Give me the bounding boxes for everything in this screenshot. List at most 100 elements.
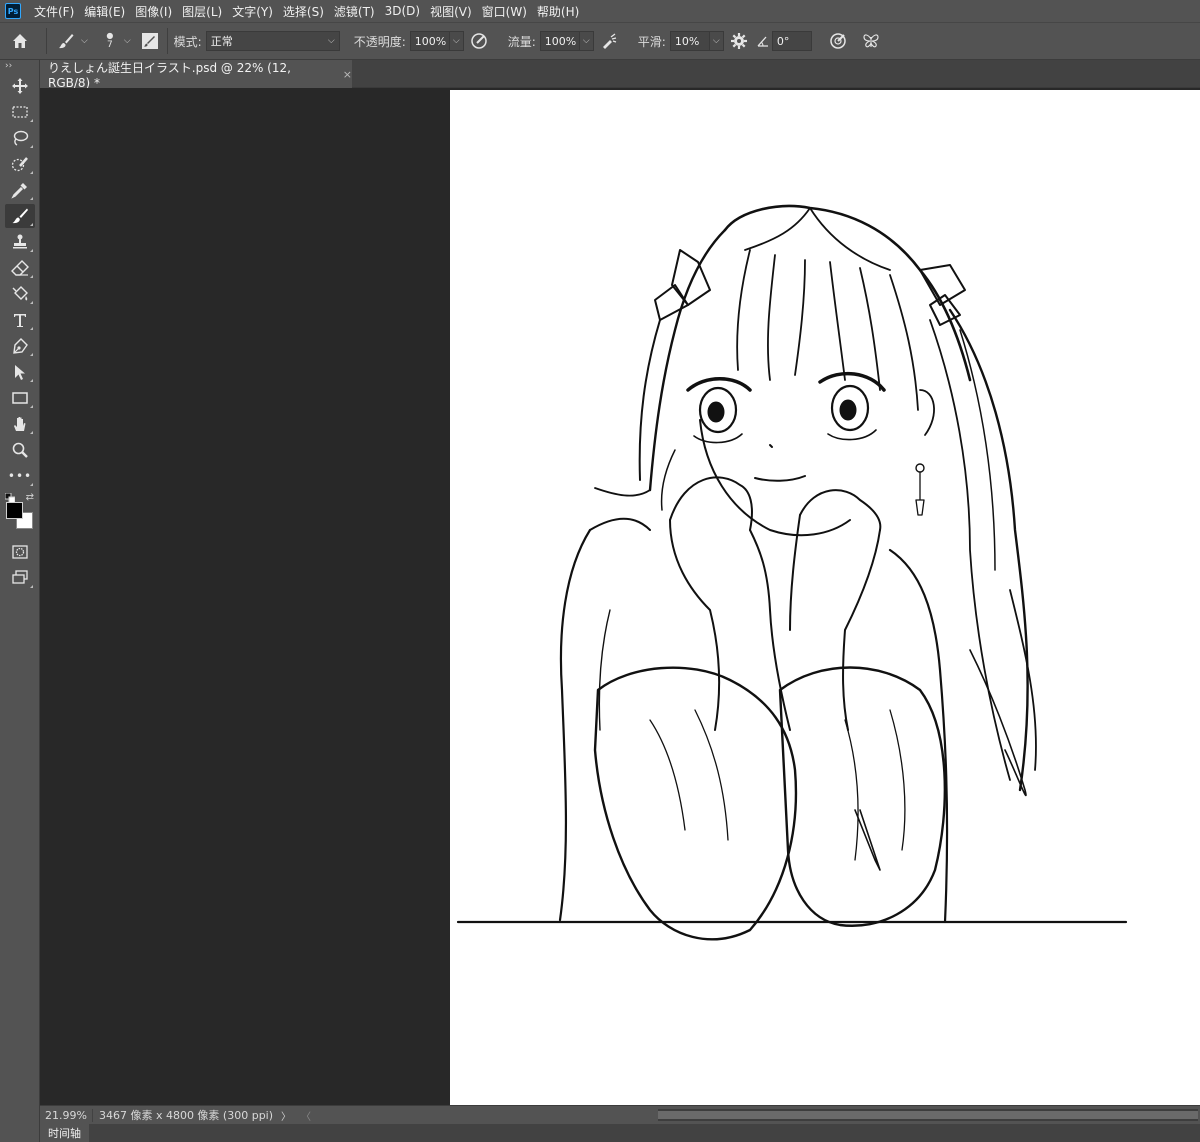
symmetry-butterfly-icon[interactable] — [856, 26, 886, 56]
brush-icon — [12, 208, 28, 224]
brush-tool[interactable] — [5, 204, 35, 228]
quick-selection-tool[interactable] — [5, 152, 35, 176]
angle-icon — [754, 26, 772, 56]
brush-preset-icon[interactable] — [53, 26, 79, 56]
pen-icon — [13, 338, 28, 354]
pressure-opacity-icon[interactable] — [464, 26, 494, 56]
brush-size-picker[interactable]: ● 7 — [102, 26, 118, 56]
menu-filter[interactable]: 滤镜(T) — [329, 3, 380, 20]
opacity-label: 不透明度: — [353, 34, 406, 49]
home-icon[interactable] — [0, 26, 40, 56]
document-canvas[interactable] — [450, 90, 1200, 1105]
brush-size-value: 7 — [106, 40, 113, 50]
opacity-input[interactable]: 100% — [409, 31, 450, 51]
quick-mask-icon — [12, 545, 28, 559]
lasso-icon — [13, 130, 29, 146]
eraser-icon — [11, 260, 29, 276]
menu-select[interactable]: 选择(S) — [278, 3, 329, 20]
lasso-tool[interactable] — [5, 126, 35, 150]
text-type-icon — [14, 314, 26, 327]
rectangular-marquee-icon — [12, 106, 28, 118]
menu-file[interactable]: 文件(F) — [29, 3, 79, 20]
move-tool[interactable] — [5, 74, 35, 98]
foreground-color[interactable] — [6, 502, 23, 519]
flow-label: 流量: — [507, 34, 536, 49]
menu-type[interactable]: 文字(Y) — [227, 3, 278, 20]
zoom-icon — [12, 442, 28, 458]
document-tab-title: りえしょん誕生日イラスト.psd @ 22% (12, RGB/8) * — [48, 60, 291, 90]
lineart-illustration — [456, 204, 1128, 941]
flow-dropdown-icon[interactable]: ⌵ — [579, 31, 594, 51]
airbrush-icon[interactable] — [594, 26, 624, 56]
status-bar: 21.99% 3467 像素 x 4800 像素 (300 ppi) 〉 〈 — [40, 1105, 1200, 1124]
close-icon[interactable]: × — [343, 68, 352, 81]
document-tab-bar: りえしょん誕生日イラスト.psd @ 22% (12, RGB/8) * × — [40, 60, 1200, 90]
collapse-panel-icon[interactable]: ›› — [0, 60, 39, 72]
more-tools[interactable]: ••• — [5, 464, 35, 488]
document-tab[interactable]: りえしょん誕生日イラスト.psd @ 22% (12, RGB/8) * × — [40, 60, 352, 90]
pressure-size-icon[interactable] — [820, 26, 856, 56]
swap-colors-icon[interactable]: ⇄ — [26, 492, 34, 503]
type-tool[interactable] — [5, 308, 35, 332]
mode-select[interactable]: 正常 ⌵ — [205, 31, 340, 51]
divider — [166, 28, 168, 54]
scroll-left-icon[interactable]: 〈 — [301, 1108, 311, 1123]
screen-mode-button[interactable] — [5, 566, 35, 590]
horizontal-scrollbar[interactable] — [658, 1109, 1198, 1121]
quick-mask-button[interactable] — [5, 540, 35, 564]
menu-layer[interactable]: 图层(L) — [177, 3, 227, 20]
status-menu-arrow-icon[interactable]: 〉 — [281, 1108, 291, 1123]
angle-input[interactable]: 0° — [771, 31, 812, 51]
smoothing-input[interactable]: 10% — [669, 31, 710, 51]
shape-tool[interactable] — [5, 386, 35, 410]
eyedropper-tool[interactable] — [5, 178, 35, 202]
menu-help[interactable]: 帮助(H) — [532, 3, 584, 20]
divider — [46, 28, 47, 54]
menu-image[interactable]: 图像(I) — [130, 3, 177, 20]
smoothing-options-gear-icon[interactable] — [724, 26, 754, 56]
tools-panel: ›› ••• ⇄ — [0, 60, 40, 1142]
scrollbar-thumb[interactable] — [658, 1111, 1198, 1119]
brush-size-caret-icon[interactable]: ⌵ — [124, 36, 131, 46]
screen-mode-icon — [12, 570, 28, 584]
gradient-tool[interactable] — [5, 282, 35, 306]
arrow-pointer-icon — [15, 365, 25, 380]
zoom-tool[interactable] — [5, 438, 35, 462]
eraser-tool[interactable] — [5, 256, 35, 280]
move-icon — [12, 78, 28, 94]
canvas-workspace[interactable] — [40, 88, 1200, 1105]
menu-view[interactable]: 视图(V) — [425, 3, 477, 20]
brush-tip-dot-icon: ● — [106, 31, 114, 40]
marquee-tool[interactable] — [5, 100, 35, 124]
quick-selection-icon — [11, 157, 28, 172]
pen-tool[interactable] — [5, 334, 35, 358]
opacity-value: 100% — [414, 34, 447, 48]
menu-window[interactable]: 窗口(W) — [477, 3, 532, 20]
eyedropper-icon — [11, 183, 27, 199]
menu-edit[interactable]: 编辑(E) — [79, 3, 130, 20]
menu-bar: Ps 文件(F) 编辑(E) 图像(I) 图层(L) 文字(Y) 选择(S) 滤… — [0, 0, 1200, 22]
smoothing-dropdown-icon[interactable]: ⌵ — [709, 31, 724, 51]
clone-stamp-icon — [13, 234, 27, 249]
stamp-tool[interactable] — [5, 230, 35, 254]
angle-value: 0° — [776, 34, 790, 48]
chevron-down-icon: ⌵ — [327, 36, 335, 46]
flow-input[interactable]: 100% — [539, 31, 580, 51]
hand-tool[interactable] — [5, 412, 35, 436]
brush-preset-caret-icon[interactable]: ⌵ — [81, 36, 88, 46]
opacity-dropdown-icon[interactable]: ⌵ — [449, 31, 464, 51]
ellipsis-icon: ••• — [7, 469, 33, 483]
mode-label: 模式: — [173, 34, 202, 49]
mode-value: 正常 — [210, 35, 233, 48]
path-selection-tool[interactable] — [5, 360, 35, 384]
timeline-panel-tab[interactable]: 时间轴 — [40, 1124, 89, 1142]
document-info: 3467 像素 x 4800 像素 (300 ppi) — [98, 1109, 274, 1122]
brush-settings-panel-icon[interactable] — [139, 30, 161, 52]
zoom-level[interactable]: 21.99% — [40, 1108, 93, 1122]
color-swatches: ⇄ — [3, 492, 37, 532]
options-bar: ⌵ ● 7 ⌵ 模式: 正常 ⌵ 不透明度: 100% ⌵ 流量: 100% ⌵… — [0, 22, 1200, 60]
flow-value: 100% — [544, 34, 577, 48]
bottom-panel-bar: 时间轴 — [40, 1124, 1200, 1142]
menu-3d[interactable]: 3D(D) — [380, 4, 425, 18]
hand-icon — [14, 417, 26, 431]
